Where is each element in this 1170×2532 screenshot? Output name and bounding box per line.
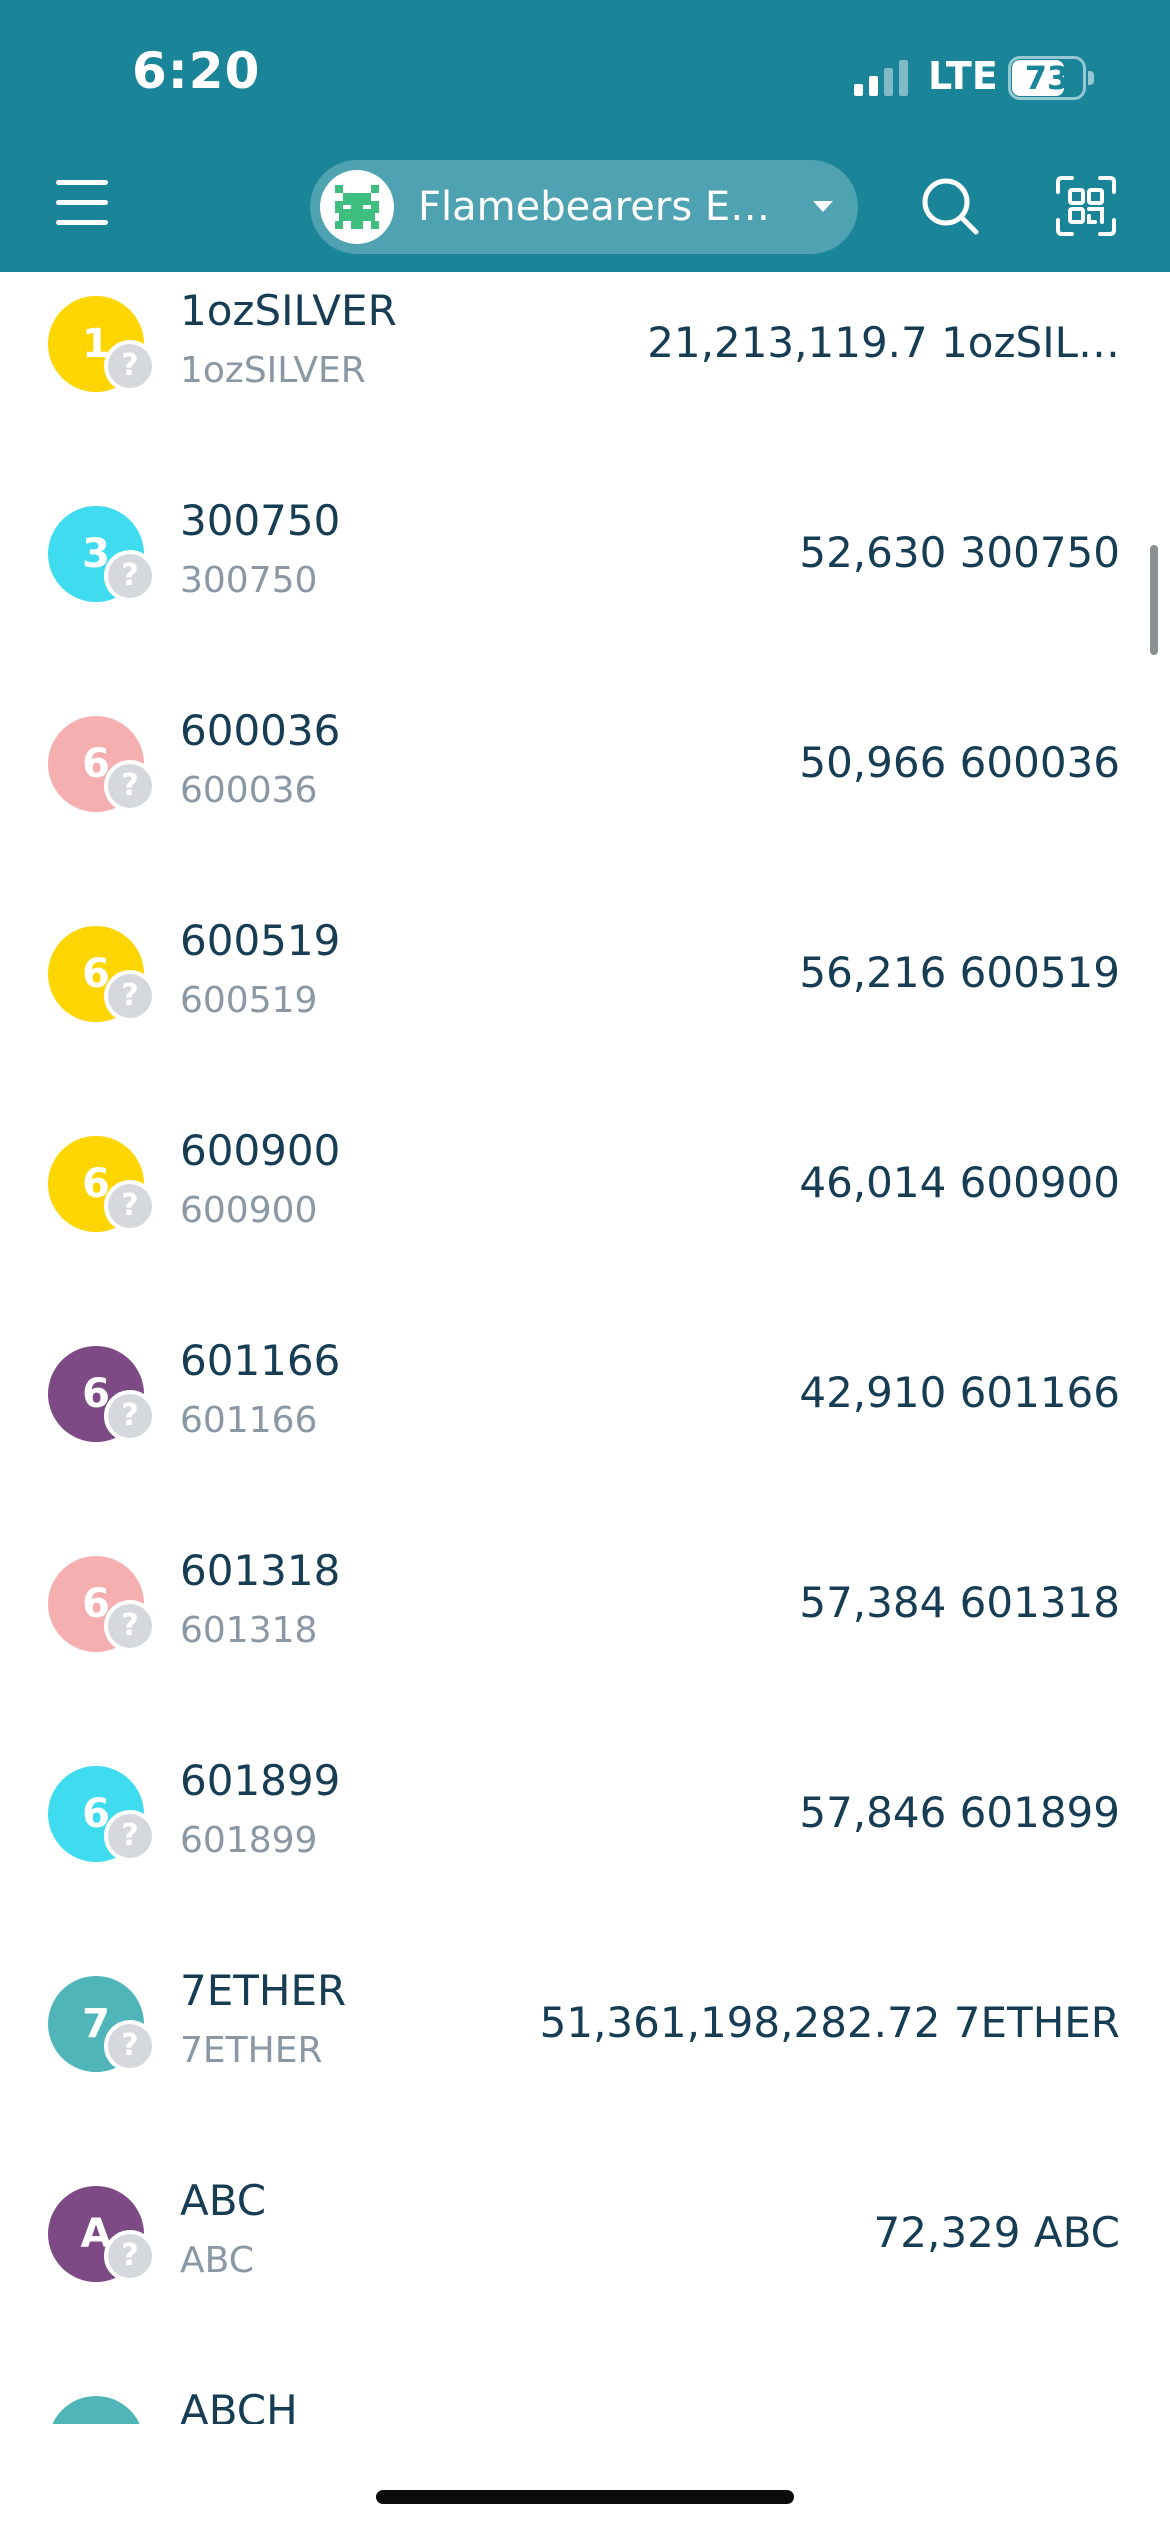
scan-icon[interactable] (1054, 174, 1118, 238)
token-row[interactable]: 1? 1ozSILVER 1ozSILVER 21,213,119.7 1ozSIL… (0, 286, 1170, 504)
token-symbol: 601318 (180, 1546, 341, 1595)
unknown-token-icon: ? (104, 2230, 156, 2282)
token-row[interactable]: A? ABC ABC 72,329 ABC (0, 2176, 1170, 2394)
network-type-label: LTE (928, 54, 998, 98)
token-symbol: 601166 (180, 1336, 341, 1385)
unknown-token-icon: ? (104, 760, 156, 812)
token-row[interactable]: 6? 600036 600036 50,966 600036 (0, 706, 1170, 924)
token-name: 601899 (180, 1820, 318, 1861)
unknown-token-icon: ? (104, 1810, 156, 1862)
app-header: 6:20 LTE 73 Flamebearers E… (0, 0, 1170, 272)
token-row[interactable]: 6? 600900 600900 46,014 600900 (0, 1126, 1170, 1344)
token-balance: 50,966 600036 (799, 738, 1120, 787)
token-name: 600900 (180, 1190, 318, 1231)
unknown-token-icon: ? (104, 970, 156, 1022)
token-balance: 57,846 601899 (799, 1788, 1120, 1837)
token-symbol: ABCH (180, 2386, 298, 2426)
token-name: 600519 (180, 980, 318, 1021)
unknown-token-icon: ? (104, 2020, 156, 2072)
menu-icon[interactable] (52, 176, 114, 232)
token-row[interactable]: 3? 300750 300750 52,630 300750 (0, 496, 1170, 714)
network-name: Flamebearers E… (418, 184, 771, 230)
token-symbol: 600900 (180, 1126, 341, 1175)
network-selector[interactable]: Flamebearers E… (310, 160, 858, 254)
token-name: 300750 (180, 560, 318, 601)
token-name: 1ozSILVER (180, 350, 366, 391)
bottom-safe-area (0, 2424, 1170, 2532)
unknown-token-icon: ? (104, 1390, 156, 1442)
token-balance: 21,213,119.7 1ozSIL… (647, 318, 1120, 367)
token-symbol: 7ETHER (180, 1966, 347, 2015)
token-balance: 46,014 600900 (799, 1158, 1120, 1207)
unknown-token-icon: ? (104, 340, 156, 392)
network-avatar (320, 170, 394, 244)
token-balance: 72,329 ABC (873, 2208, 1120, 2257)
pixel-avatar-icon (335, 185, 379, 229)
token-balance: 52,630 300750 (799, 528, 1120, 577)
token-row[interactable]: A?ABCH (0, 2386, 1170, 2426)
token-name: 601166 (180, 1400, 318, 1441)
token-row[interactable]: 6? 601166 601166 42,910 601166 (0, 1336, 1170, 1554)
token-list: 1? 1ozSILVER 1ozSILVER 21,213,119.7 1ozSIL…… (0, 272, 1170, 2426)
home-indicator[interactable] (376, 2490, 794, 2504)
status-time: 6:20 (132, 42, 261, 100)
scrollbar[interactable] (1150, 545, 1158, 655)
token-name: 601318 (180, 1610, 318, 1651)
battery-icon: 73 (1008, 56, 1094, 100)
unknown-token-icon: ? (104, 550, 156, 602)
search-icon[interactable] (918, 174, 982, 238)
token-symbol: ABC (180, 2176, 267, 2225)
token-row[interactable]: 6? 601899 601899 57,846 601899 (0, 1756, 1170, 1974)
token-balance: 42,910 601166 (799, 1368, 1120, 1417)
token-name: 600036 (180, 770, 318, 811)
token-row[interactable]: 7? 7ETHER 7ETHER 51,361,198,282.72 7ETHER (0, 1966, 1170, 2184)
unknown-token-icon: ? (104, 1180, 156, 1232)
chevron-down-icon (813, 201, 833, 212)
cellular-signal-icon (854, 60, 908, 96)
token-row[interactable]: 6? 600519 600519 56,216 600519 (0, 916, 1170, 1134)
token-symbol: 601899 (180, 1756, 341, 1805)
token-symbol: 300750 (180, 496, 341, 545)
unknown-token-icon: ? (104, 1600, 156, 1652)
token-balance: 56,216 600519 (799, 948, 1120, 997)
token-symbol: 600519 (180, 916, 341, 965)
token-list-screen: 6:20 LTE 73 Flamebearers E… 1 ? 1ozSILVE… (0, 0, 1170, 2532)
token-balance: 51,361,198,282.72 7ETHER (539, 1998, 1120, 2047)
token-name: ABC (180, 2240, 254, 2281)
token-name: 7ETHER (180, 2030, 323, 2071)
token-symbol: 1ozSILVER (180, 286, 397, 335)
token-row[interactable]: 6? 601318 601318 57,384 601318 (0, 1546, 1170, 1764)
token-symbol: 600036 (180, 706, 341, 755)
token-avatar: A (48, 2396, 144, 2426)
battery-percent: 73 (1024, 59, 1070, 97)
token-balance: 57,384 601318 (799, 1578, 1120, 1627)
